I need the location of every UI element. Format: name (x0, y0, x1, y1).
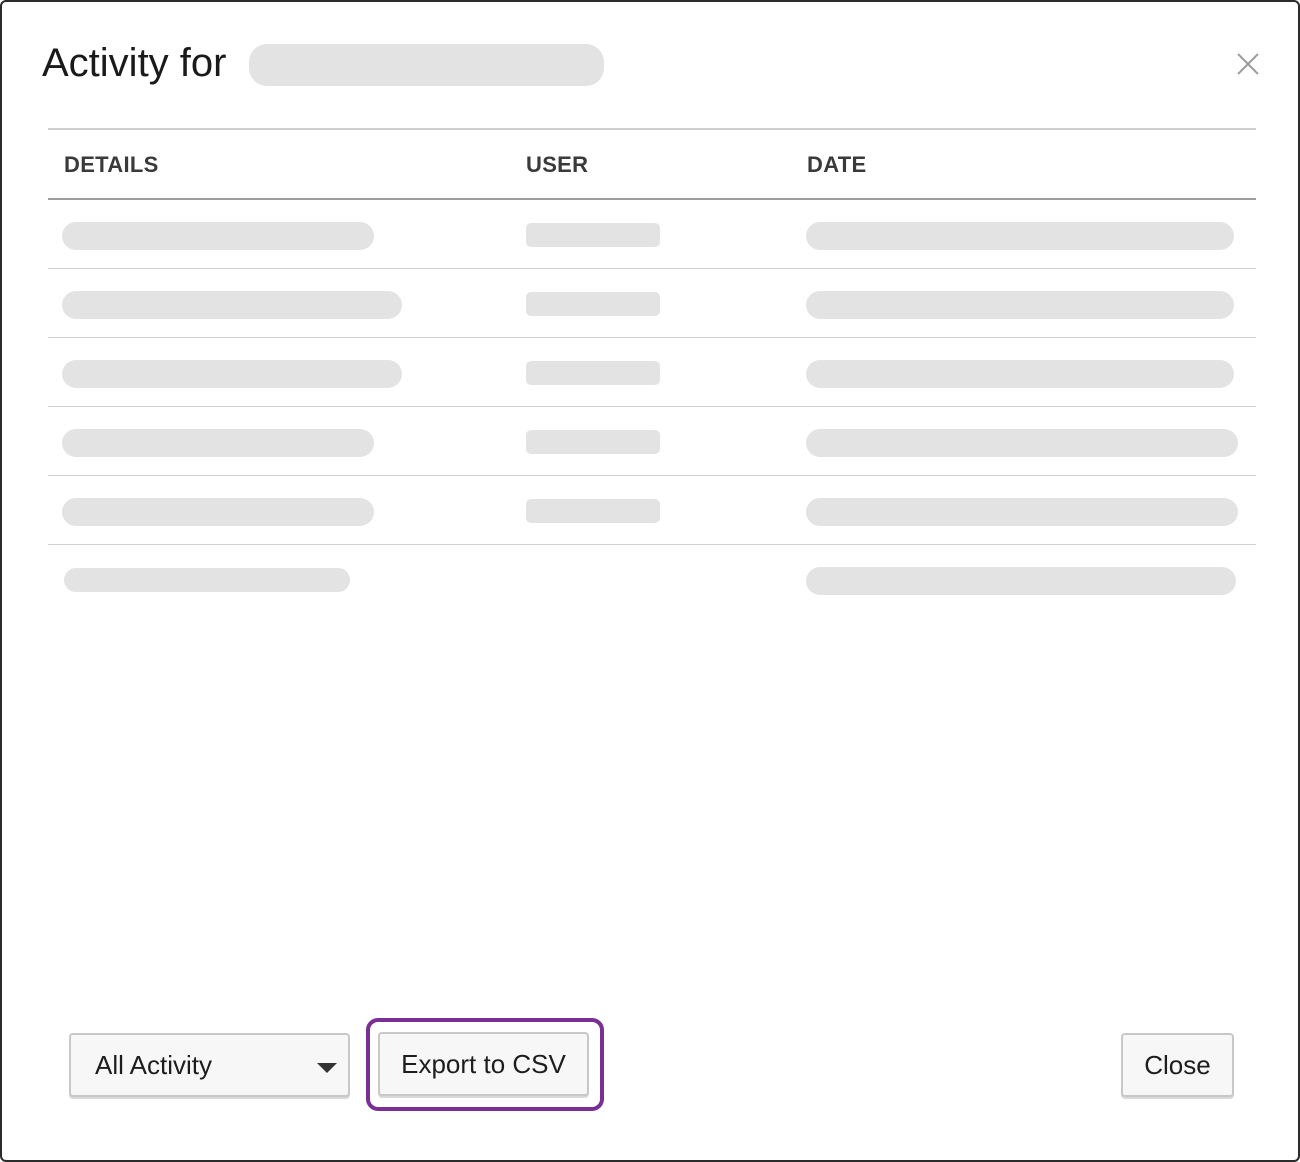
redacted-date (806, 498, 1238, 526)
table-row (48, 200, 1256, 269)
redacted-user (526, 430, 660, 454)
close-icon[interactable] (1230, 46, 1266, 82)
redacted-date (806, 360, 1234, 388)
column-header-details[interactable]: DETAILS (64, 130, 159, 200)
redacted-user (526, 292, 660, 316)
table-row (48, 338, 1256, 407)
table-row (48, 476, 1256, 545)
redacted-details (64, 568, 350, 592)
redacted-date (806, 222, 1234, 250)
redacted-details (62, 498, 374, 526)
redacted-item-name (249, 44, 604, 86)
redacted-details (62, 291, 402, 319)
redacted-details (62, 360, 402, 388)
dialog-title: Activity for (42, 41, 227, 85)
activity-table: DETAILS USER DATE (48, 128, 1256, 614)
table-header: DETAILS USER DATE (48, 130, 1256, 200)
export-csv-button[interactable]: Export to CSV (378, 1032, 589, 1096)
close-button[interactable]: Close (1121, 1033, 1234, 1097)
activity-dialog: Activity for DETAILS USER DATE All Activ… (0, 0, 1300, 1162)
redacted-details (62, 222, 374, 250)
caret-down-icon (317, 1063, 337, 1073)
redacted-date (806, 291, 1234, 319)
column-header-user[interactable]: USER (526, 130, 588, 200)
redacted-user (526, 361, 660, 385)
redacted-date (806, 567, 1236, 595)
activity-filter-value: All Activity (95, 1050, 213, 1080)
activity-filter-select[interactable]: All Activity (69, 1033, 350, 1097)
redacted-date (806, 429, 1238, 457)
redacted-user (526, 499, 660, 523)
column-header-date[interactable]: DATE (807, 130, 866, 200)
table-row (48, 269, 1256, 338)
table-row (48, 407, 1256, 476)
redacted-user (526, 223, 660, 247)
redacted-details (62, 429, 374, 457)
table-row (48, 545, 1256, 614)
